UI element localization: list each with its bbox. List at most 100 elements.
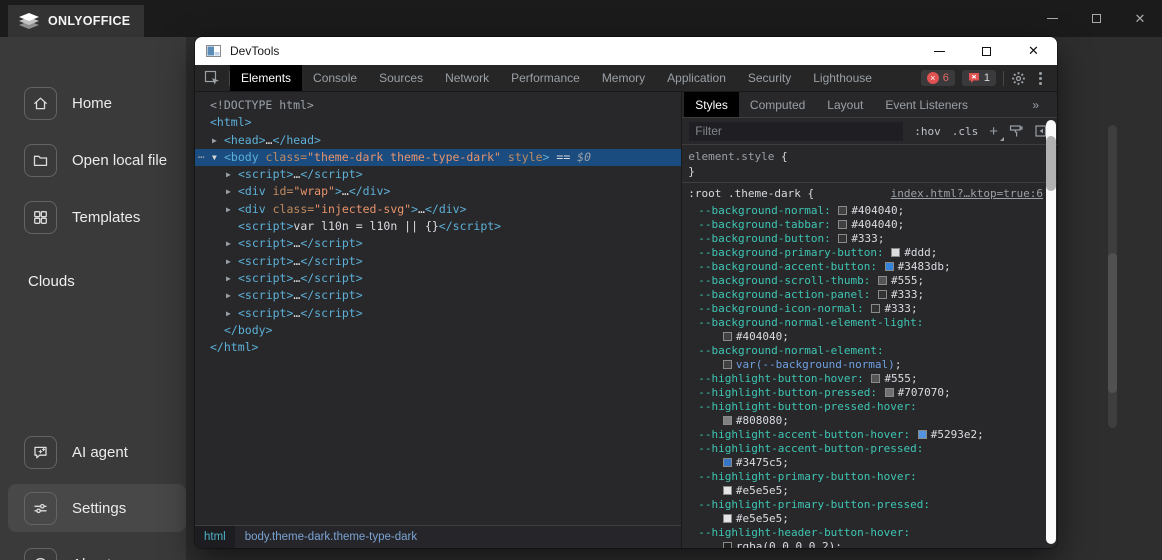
sidebar-item-templates[interactable]: Templates: [0, 193, 186, 241]
expand-arrow-icon[interactable]: ▶: [226, 270, 231, 287]
css-property-value[interactable]: var(--background-normal);: [682, 358, 1057, 372]
dom-tree-node[interactable]: ▶ <script>…</script>: [195, 253, 681, 270]
dom-tree-node[interactable]: ▶ <script>…</script>: [195, 270, 681, 287]
css-property[interactable]: --background-accent-button: #3483db;: [682, 260, 1057, 274]
css-property[interactable]: --background-primary-button: #ddd;: [682, 246, 1057, 260]
dom-tree-node[interactable]: ▶ <head>…</head>: [195, 132, 681, 149]
sidebar-item-ai-agent[interactable]: AI agent: [0, 428, 186, 476]
dom-tree-node[interactable]: <script>var l10n = l10n || {}</script>: [195, 218, 681, 235]
close-button[interactable]: ✕: [1118, 0, 1162, 37]
expand-arrow-icon[interactable]: ▶: [226, 305, 231, 322]
expand-arrow-icon[interactable]: ▶: [226, 166, 231, 183]
error-badge[interactable]: × 6: [920, 70, 955, 86]
expand-arrow-icon[interactable]: ▶: [226, 287, 231, 304]
styles-tab-layout[interactable]: Layout: [816, 92, 874, 117]
color-swatch[interactable]: [722, 542, 732, 548]
css-property[interactable]: --background-scroll-thumb: #555;: [682, 274, 1057, 288]
element-style-rule[interactable]: element.style { }: [682, 145, 1057, 183]
maximize-button[interactable]: [1074, 0, 1118, 37]
css-property[interactable]: --background-action-panel: #333;: [682, 288, 1057, 302]
styles-tab-event-listeners[interactable]: Event Listeners: [874, 92, 979, 117]
toggle-element-classes[interactable]: .cls: [952, 125, 979, 138]
color-swatch[interactable]: [722, 486, 732, 495]
css-property-value[interactable]: #e5e5e5;: [682, 512, 1057, 526]
css-property-value[interactable]: rgba(0,0,0,0.2);: [682, 540, 1057, 548]
minimize-button[interactable]: [1030, 0, 1074, 37]
styles-filter-input[interactable]: [689, 121, 904, 141]
devtools-tab-elements[interactable]: Elements: [230, 65, 303, 91]
styles-tab-styles[interactable]: Styles: [684, 92, 739, 117]
dom-tree-node[interactable]: … ▼ <body class="theme-dark theme-type-dar…: [195, 146, 682, 167]
color-swatch[interactable]: [878, 276, 888, 285]
color-swatch[interactable]: [838, 234, 848, 243]
dom-tree-node[interactable]: <!DOCTYPE html>: [195, 97, 681, 114]
color-swatch[interactable]: [838, 220, 848, 229]
paint-roller-icon[interactable]: [1009, 124, 1024, 138]
dom-tree-node[interactable]: </body>: [195, 322, 681, 339]
color-swatch[interactable]: [722, 416, 732, 425]
sidebar-item-settings[interactable]: Settings: [0, 484, 186, 532]
dom-tree-node[interactable]: ▶ <script>…</script>: [195, 287, 681, 304]
color-swatch[interactable]: [871, 304, 881, 313]
more-tabs-icon[interactable]: »: [1032, 92, 1057, 117]
devtools-tab-memory[interactable]: Memory: [591, 65, 656, 91]
css-property-value[interactable]: #808080;: [682, 414, 1057, 428]
color-swatch[interactable]: [722, 514, 732, 523]
color-swatch[interactable]: [884, 388, 894, 397]
expand-arrow-icon[interactable]: ▶: [226, 235, 231, 252]
color-swatch[interactable]: [871, 374, 881, 383]
dom-tree-node[interactable]: ▶ <script>…</script>: [195, 166, 681, 183]
issues-badge[interactable]: 1: [961, 70, 996, 86]
dom-tree-node[interactable]: ▶ <script>…</script>: [195, 305, 681, 322]
styles-scrollbar-thumb[interactable]: [1046, 136, 1056, 191]
css-property[interactable]: --background-normal: #404040;: [682, 204, 1057, 218]
sidebar-item-home[interactable]: Home: [0, 79, 186, 127]
css-property[interactable]: --background-normal-element:: [682, 344, 1057, 358]
dom-tree-node[interactable]: <html>: [195, 114, 681, 131]
more-options-icon[interactable]: [1033, 71, 1048, 85]
color-swatch[interactable]: [891, 248, 901, 257]
css-property[interactable]: --highlight-accent-button-pressed:: [682, 442, 1057, 456]
rule-source-link[interactable]: index.html?…ktop=true:6: [891, 186, 1043, 202]
devtools-tab-sources[interactable]: Sources: [368, 65, 434, 91]
expand-arrow-icon[interactable]: ▶: [226, 183, 231, 200]
css-property[interactable]: --highlight-primary-button-pressed:: [682, 498, 1057, 512]
devtools-tab-application[interactable]: Application: [656, 65, 737, 91]
color-swatch[interactable]: [722, 458, 732, 467]
css-property-value[interactable]: #404040;: [682, 330, 1057, 344]
color-swatch[interactable]: [722, 332, 732, 341]
css-property[interactable]: --highlight-primary-button-hover:: [682, 470, 1057, 484]
color-swatch[interactable]: [884, 262, 894, 271]
devtools-close-button[interactable]: ✕: [1010, 37, 1057, 65]
color-swatch[interactable]: [878, 290, 888, 299]
app-scrollbar-thumb[interactable]: [1108, 253, 1117, 393]
devtools-settings-icon[interactable]: [1011, 71, 1026, 86]
css-property[interactable]: --highlight-button-hover: #555;: [682, 372, 1057, 386]
expand-arrow-icon[interactable]: ▶: [226, 253, 231, 270]
css-property-value[interactable]: #e5e5e5;: [682, 484, 1057, 498]
devtools-tab-performance[interactable]: Performance: [500, 65, 591, 91]
collapse-arrow-icon[interactable]: ▼: [212, 149, 217, 166]
css-property[interactable]: --background-icon-normal: #333;: [682, 302, 1057, 316]
node-menu-dots[interactable]: …: [198, 146, 206, 163]
sidebar-item-open-local-file[interactable]: Open local file: [0, 136, 186, 184]
breadcrumb-body[interactable]: body.theme-dark.theme-type-dark: [235, 531, 427, 543]
styles-tab-computed[interactable]: Computed: [739, 92, 816, 117]
devtools-tab-security[interactable]: Security: [737, 65, 802, 91]
app-scrollbar-track[interactable]: [1108, 125, 1117, 428]
devtools-tab-lighthouse[interactable]: Lighthouse: [802, 65, 883, 91]
css-property[interactable]: --highlight-button-pressed: #707070;: [682, 386, 1057, 400]
new-style-rule-button[interactable]: +: [989, 124, 1004, 141]
dom-tree-node[interactable]: ▶ <div class="injected-svg">…</div>: [195, 201, 681, 218]
color-swatch[interactable]: [917, 430, 927, 439]
css-property[interactable]: --highlight-button-pressed-hover:: [682, 400, 1057, 414]
sidebar-item-about[interactable]: About: [0, 540, 186, 560]
css-property-value[interactable]: #3475c5;: [682, 456, 1057, 470]
styles-scrollbar-track[interactable]: [1046, 120, 1056, 544]
devtools-maximize-button[interactable]: [963, 37, 1010, 65]
color-swatch[interactable]: [838, 206, 848, 215]
expand-arrow-icon[interactable]: ▶: [226, 201, 231, 218]
rule-selector[interactable]: :root .theme-dark {: [688, 186, 814, 202]
breadcrumb-html[interactable]: html: [195, 526, 235, 548]
devtools-tab-console[interactable]: Console: [302, 65, 368, 91]
